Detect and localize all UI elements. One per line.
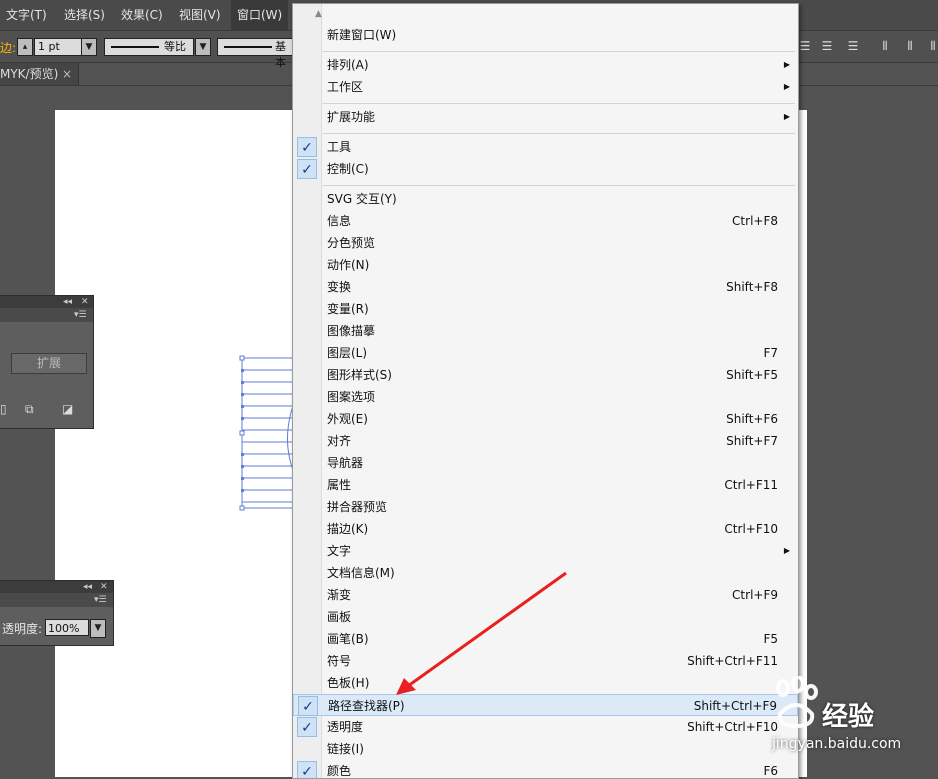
- annotation-arrow: [396, 571, 567, 695]
